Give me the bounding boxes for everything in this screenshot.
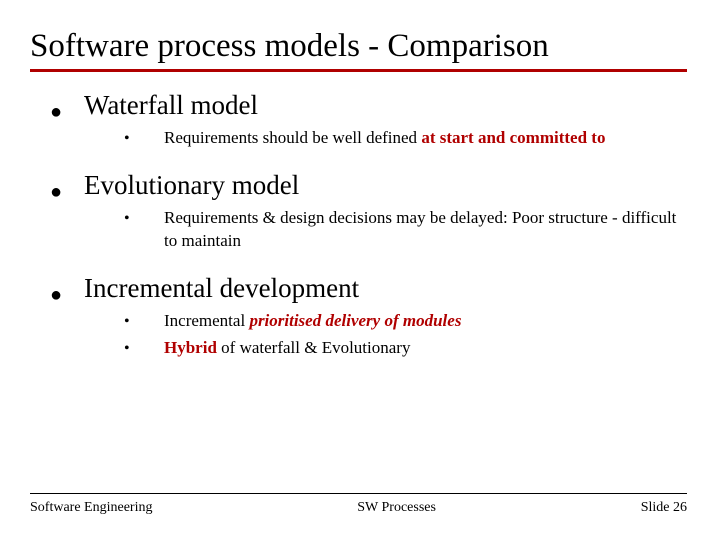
sub-text: Requirements & design decisions may be d… <box>164 207 687 253</box>
sub-text: Requirements should be well defined at s… <box>164 127 605 150</box>
sub-bullet-icon: • <box>124 313 164 331</box>
sub-text: Hybrid of waterfall & Evolutionary <box>164 337 410 360</box>
item-heading: Incremental development <box>84 273 359 304</box>
slide-title: Software process models - Comparison <box>30 28 687 72</box>
footer-center: SW Processes <box>357 500 436 516</box>
list-item: ●Waterfall model <box>50 90 687 121</box>
footer-left: Software Engineering <box>30 500 152 516</box>
bullet-icon: ● <box>50 182 84 202</box>
slide-footer: Software Engineering SW Processes Slide … <box>30 493 687 516</box>
sub-list: •Requirements & design decisions may be … <box>124 207 687 253</box>
list-item: ●Incremental development <box>50 273 687 304</box>
sub-item: •Requirements should be well defined at … <box>124 127 687 150</box>
item-heading: Waterfall model <box>84 90 258 121</box>
sub-item: •Requirements & design decisions may be … <box>124 207 687 253</box>
footer-right: Slide 26 <box>641 500 687 516</box>
item-heading: Evolutionary model <box>84 170 299 201</box>
sub-list: •Requirements should be well defined at … <box>124 127 687 150</box>
sub-bullet-icon: • <box>124 340 164 358</box>
list-item: ●Evolutionary model <box>50 170 687 201</box>
slide-content: ●Waterfall model•Requirements should be … <box>30 90 687 360</box>
sub-item: •Hybrid of waterfall & Evolutionary <box>124 337 687 360</box>
bullet-icon: ● <box>50 102 84 122</box>
sub-bullet-icon: • <box>124 210 164 228</box>
sub-list: •Incremental prioritised delivery of mod… <box>124 310 687 360</box>
sub-text: Incremental prioritised delivery of modu… <box>164 310 461 333</box>
sub-bullet-icon: • <box>124 130 164 148</box>
sub-item: •Incremental prioritised delivery of mod… <box>124 310 687 333</box>
bullet-icon: ● <box>50 285 84 305</box>
